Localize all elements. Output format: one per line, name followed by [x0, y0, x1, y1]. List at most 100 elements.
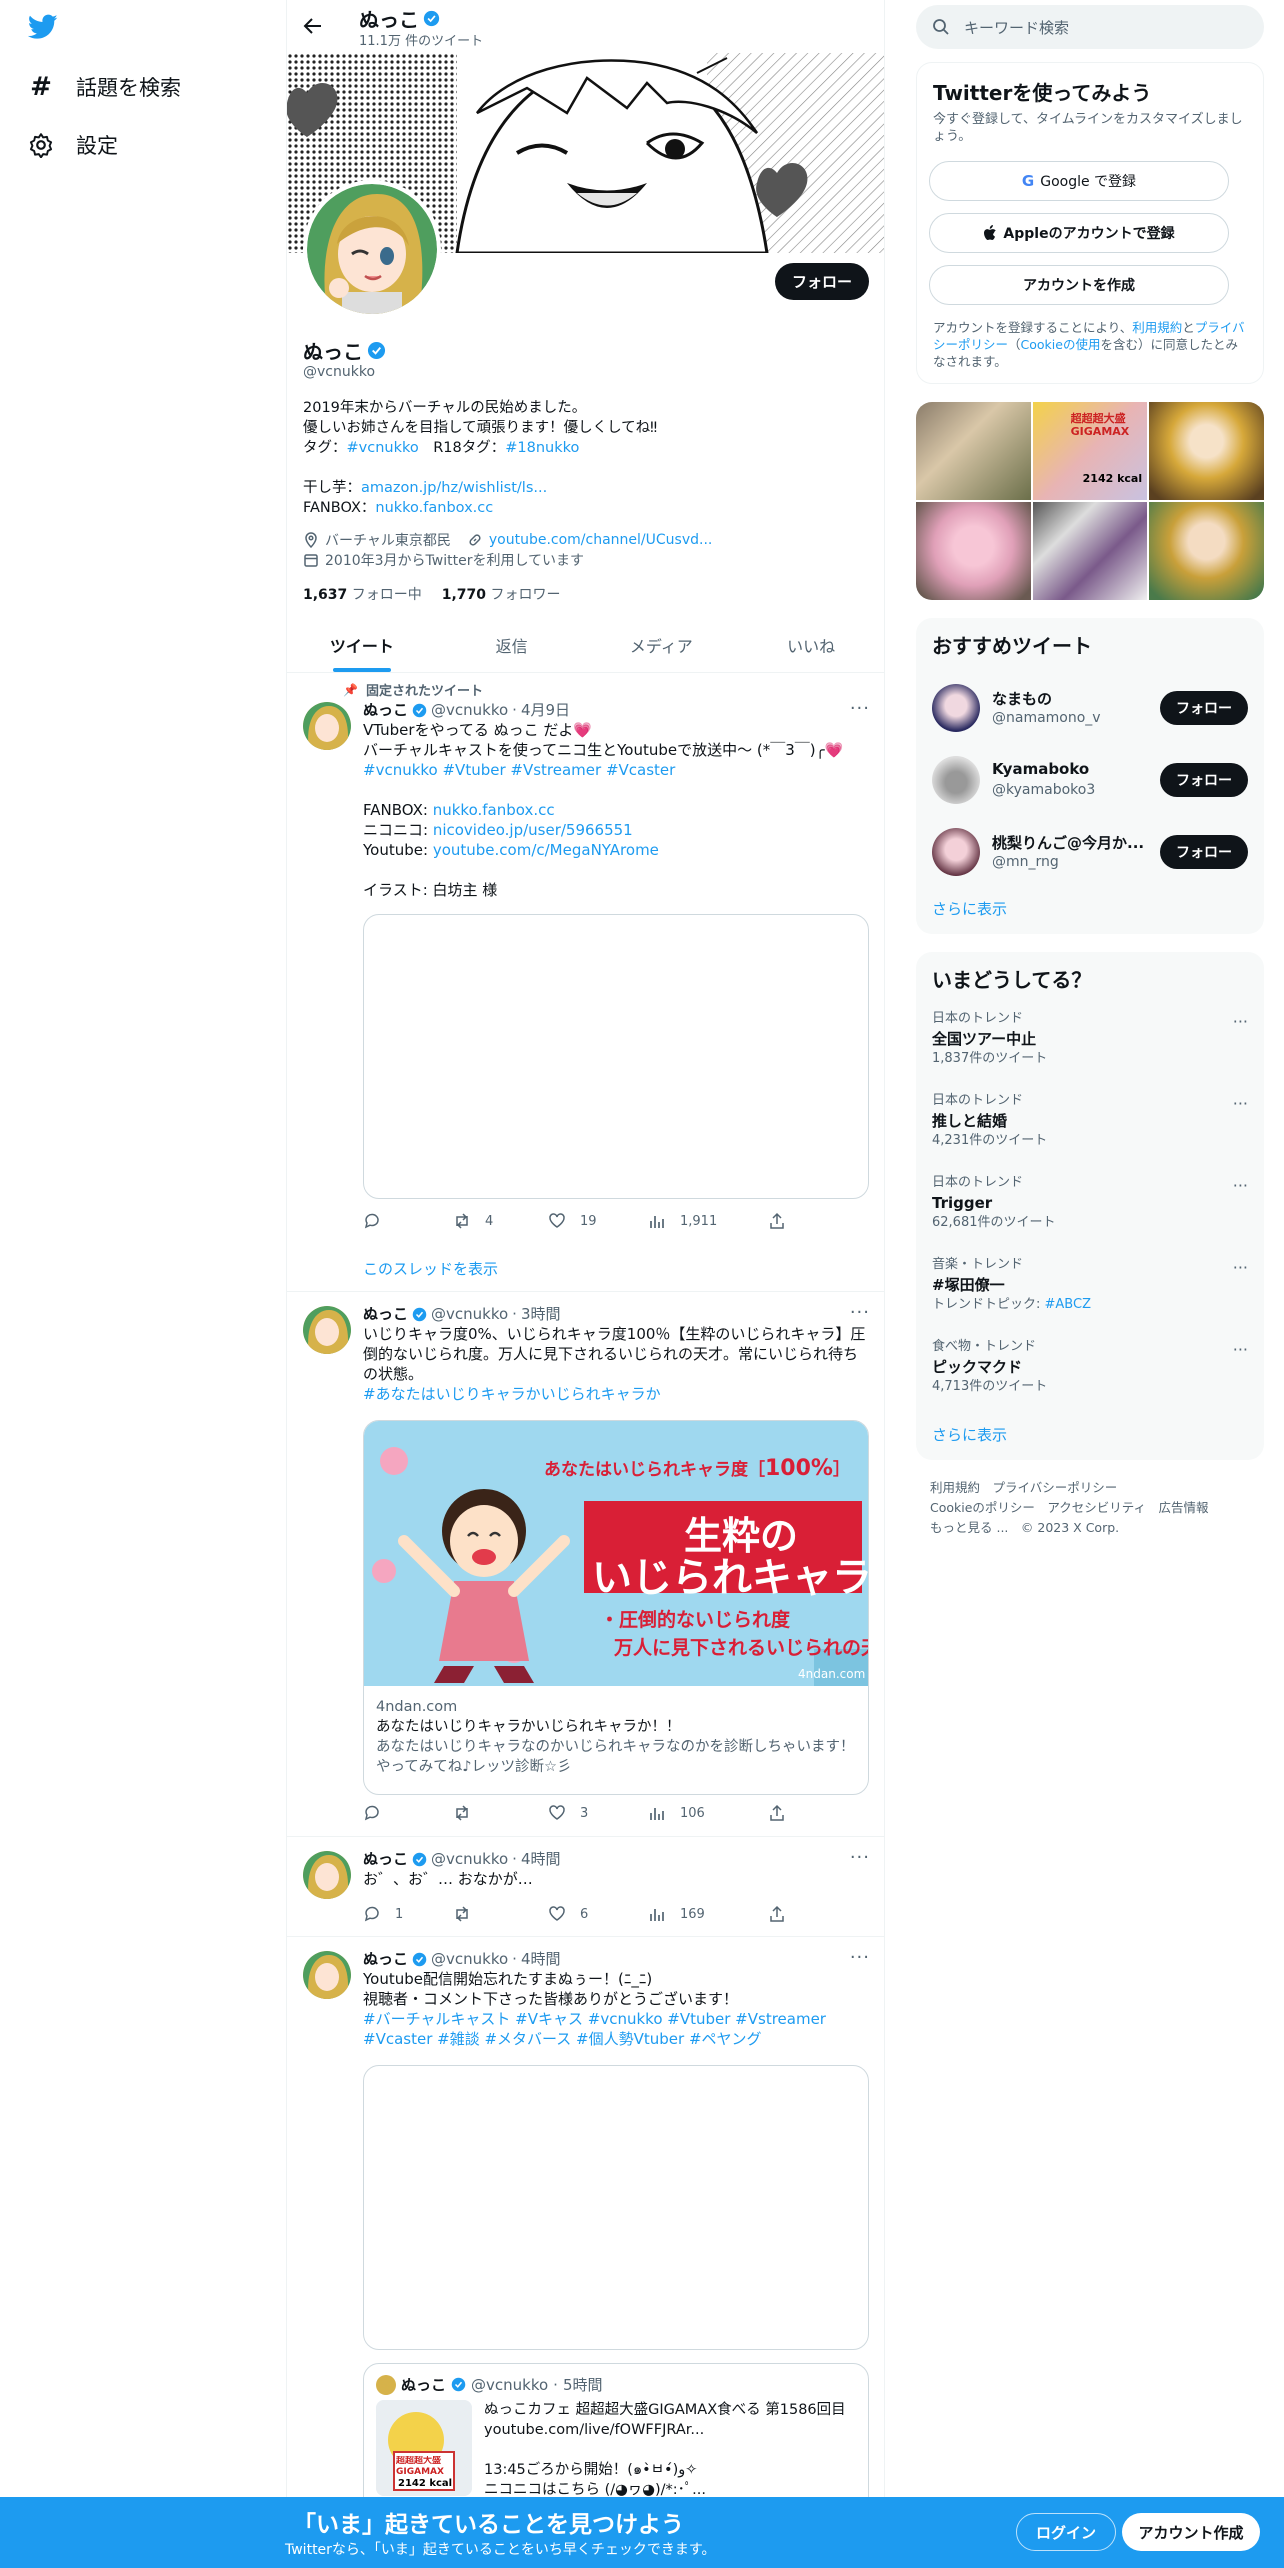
recommend-item[interactable]: 桃梨りんご@今月か... @mn_rng フォロー [916, 818, 1264, 886]
avatar[interactable] [303, 702, 351, 750]
footer-links[interactable]: 利用規約 プライバシーポリシー Cookieのポリシー アクセシビリティ 広告情… [930, 1478, 1250, 1538]
more-icon[interactable]: ··· [1233, 1340, 1248, 1359]
bio-link[interactable]: amazon.jp/hz/wishlist/ls... [361, 480, 547, 496]
follow-button[interactable]: フォロー [1160, 835, 1248, 869]
tweet-time[interactable]: 4月9日 [521, 700, 570, 720]
tweet[interactable]: ぬっこ @vcnukko · 4時間 Youtube配信開始忘れたすまぬぅー！(ﾆ… [287, 1937, 884, 2568]
tweet-link[interactable]: nukko.fanbox.cc [433, 801, 555, 819]
follow-button[interactable]: フォロー [1160, 763, 1248, 797]
bio-link[interactable]: nukko.fanbox.cc [375, 500, 493, 516]
show-thread-link[interactable]: このスレッドを表示 [363, 1258, 498, 1279]
google-signup-button[interactable]: G Google で登録 [929, 161, 1229, 201]
tweet-author[interactable]: ぬっこ [363, 700, 408, 720]
tweet-handle[interactable]: @vcnukko [431, 1304, 508, 1324]
recommend-item[interactable]: なまもの @namamono_v フォロー [916, 674, 1264, 742]
tab-media[interactable]: メディア [587, 620, 737, 672]
reply-button[interactable]: 1 [363, 1905, 453, 1923]
tab-replies[interactable]: 返信 [437, 620, 587, 672]
trend-item[interactable]: 日本のトレンド 全国ツアー中止 1,837件のツイート ··· [932, 1010, 1248, 1068]
trend-topic-link[interactable]: #ABCZ [1045, 1297, 1091, 1312]
footer-line[interactable]: 利用規約 プライバシーポリシー [930, 1478, 1250, 1498]
share-button[interactable] [768, 1212, 856, 1230]
search-box[interactable]: キーワード検索 [916, 5, 1264, 49]
cookie-link[interactable]: Cookieの使用 [1021, 337, 1101, 352]
tweet-time[interactable]: 4時間 [521, 1949, 561, 1969]
reply-button[interactable] [363, 1804, 453, 1822]
nav-settings[interactable]: 設定 [28, 130, 118, 160]
bio-hashtag[interactable]: #vcnukko [347, 440, 419, 456]
views-button[interactable]: 169 [648, 1905, 768, 1923]
tweet-handle[interactable]: @vcnukko [431, 700, 508, 720]
follow-button[interactable]: フォロー [1160, 691, 1248, 725]
profile-url[interactable]: youtube.com/channel/UCusvd... [489, 532, 712, 548]
tweet-author[interactable]: ぬっこ [363, 1849, 408, 1869]
trend-item[interactable]: 日本のトレンド 推しと結婚 4,231件のツイート ··· [932, 1092, 1248, 1150]
tweet-hashtags[interactable]: #あなたはいじりキャラかいじられキャラか [363, 1384, 869, 1404]
trend-item[interactable]: 日本のトレンド Trigger 62,681件のツイート ··· [932, 1174, 1248, 1232]
trends-more-link[interactable]: さらに表示 [932, 1424, 1007, 1445]
tweet-handle[interactable]: @vcnukko [431, 1849, 508, 1869]
tweet-media-placeholder[interactable] [363, 914, 869, 1199]
tweet-pinned[interactable]: 📌 固定されたツイート ぬっこ @vcnukko · 4月9日 VTuberをやっ… [287, 674, 884, 1292]
views-button[interactable]: 1,911 [648, 1212, 768, 1230]
tweet-link[interactable]: youtube.com/c/MegaNYArome [433, 841, 659, 859]
tweet-time[interactable]: 4時間 [521, 1849, 561, 1869]
tweet[interactable]: ぬっこ @vcnukko · 3時間 いじりキャラ度0%、いじられキャラ度100％… [287, 1292, 884, 1837]
media-thumb[interactable] [1032, 502, 1148, 600]
tweet-time[interactable]: 3時間 [521, 1304, 561, 1324]
share-button[interactable] [768, 1804, 856, 1822]
profile-avatar[interactable] [303, 180, 441, 318]
more-icon[interactable]: ··· [1233, 1094, 1248, 1113]
avatar[interactable] [303, 1851, 351, 1899]
link-card[interactable]: あなたはいじられキャラ度［100%］ 生粋の いじられキャラ ・圧倒的ないじられ… [363, 1420, 869, 1795]
media-grid[interactable]: 超超超大盛GIGAMAX 2142 kcal [916, 402, 1264, 600]
signup-button[interactable]: アカウント作成 [1122, 2513, 1260, 2551]
footer-line[interactable]: もっと見る ... © 2023 X Corp. [930, 1518, 1250, 1538]
tweet-author[interactable]: ぬっこ [363, 1304, 408, 1324]
tab-tweets[interactable]: ツイート [287, 620, 437, 672]
media-thumb[interactable]: 超超超大盛GIGAMAX 2142 kcal [1032, 402, 1148, 500]
footer-line[interactable]: Cookieのポリシー アクセシビリティ 広告情報 [930, 1498, 1250, 1518]
more-icon[interactable]: ··· [1233, 1012, 1248, 1031]
login-button[interactable]: ログイン [1016, 2513, 1116, 2551]
retweet-button[interactable]: 4 [453, 1212, 548, 1230]
more-icon[interactable]: ··· [1233, 1176, 1248, 1195]
like-button[interactable]: 19 [548, 1212, 648, 1230]
retweet-button[interactable] [453, 1905, 548, 1923]
more-icon[interactable]: ··· [850, 1302, 870, 1323]
follow-button[interactable]: フォロー [775, 263, 869, 300]
apple-signup-button[interactable]: Appleのアカウントで登録 [929, 213, 1229, 253]
bio-hashtag[interactable]: #18nukko [505, 440, 579, 456]
more-icon[interactable]: ··· [850, 1947, 870, 1968]
tweet-hashtags[interactable]: #vcnukko #Vtuber #Vstreamer #Vcaster [363, 760, 869, 780]
tweet[interactable]: ぬっこ @vcnukko · 4時間 お゛、お゛… おなかが… ··· 1 6 1… [287, 1837, 884, 1937]
twitter-logo-icon[interactable] [28, 14, 58, 40]
media-thumb[interactable] [916, 502, 1031, 600]
trend-item[interactable]: 音楽・トレンド #塚田僚一 トレンドトピック: #ABCZ ··· [932, 1256, 1248, 1314]
tweet-author[interactable]: ぬっこ [363, 1949, 408, 1969]
media-thumb[interactable] [916, 402, 1031, 500]
share-button[interactable] [768, 1905, 856, 1923]
recommend-more-link[interactable]: さらに表示 [932, 898, 1007, 919]
avatar[interactable] [303, 1951, 351, 1999]
like-button[interactable]: 3 [548, 1804, 648, 1822]
back-arrow-icon[interactable] [303, 16, 323, 36]
more-icon[interactable]: ··· [1233, 1258, 1248, 1277]
tweet-hashtags[interactable]: #バーチャルキャスト #Vキャス #vcnukko #Vtuber #Vstre… [363, 2009, 869, 2029]
tweet-hashtags[interactable]: #Vcaster #雑談 #メタバース #個人勢Vtuber #ペヤング [363, 2029, 869, 2049]
following-link[interactable]: 1,637 フォロー中 [303, 584, 422, 604]
tweet-media-placeholder[interactable] [363, 2065, 869, 2350]
media-thumb[interactable] [1149, 402, 1264, 500]
terms-link[interactable]: 利用規約 [1132, 320, 1182, 335]
retweet-button[interactable] [453, 1804, 548, 1822]
tweet-handle[interactable]: @vcnukko [431, 1949, 508, 1969]
like-button[interactable]: 6 [548, 1905, 648, 1923]
reply-button[interactable] [363, 1212, 453, 1230]
views-button[interactable]: 106 [648, 1804, 768, 1822]
more-icon[interactable]: ··· [850, 1847, 870, 1868]
trend-item[interactable]: 食べ物・トレンド ピックマクド 4,713件のツイート ··· [932, 1338, 1248, 1396]
recommend-item[interactable]: Kyamaboko @kyamaboko3 フォロー [916, 746, 1264, 814]
nav-explore[interactable]: # 話題を検索 [28, 72, 181, 102]
more-icon[interactable]: ··· [850, 698, 870, 719]
media-thumb[interactable] [1149, 502, 1264, 600]
